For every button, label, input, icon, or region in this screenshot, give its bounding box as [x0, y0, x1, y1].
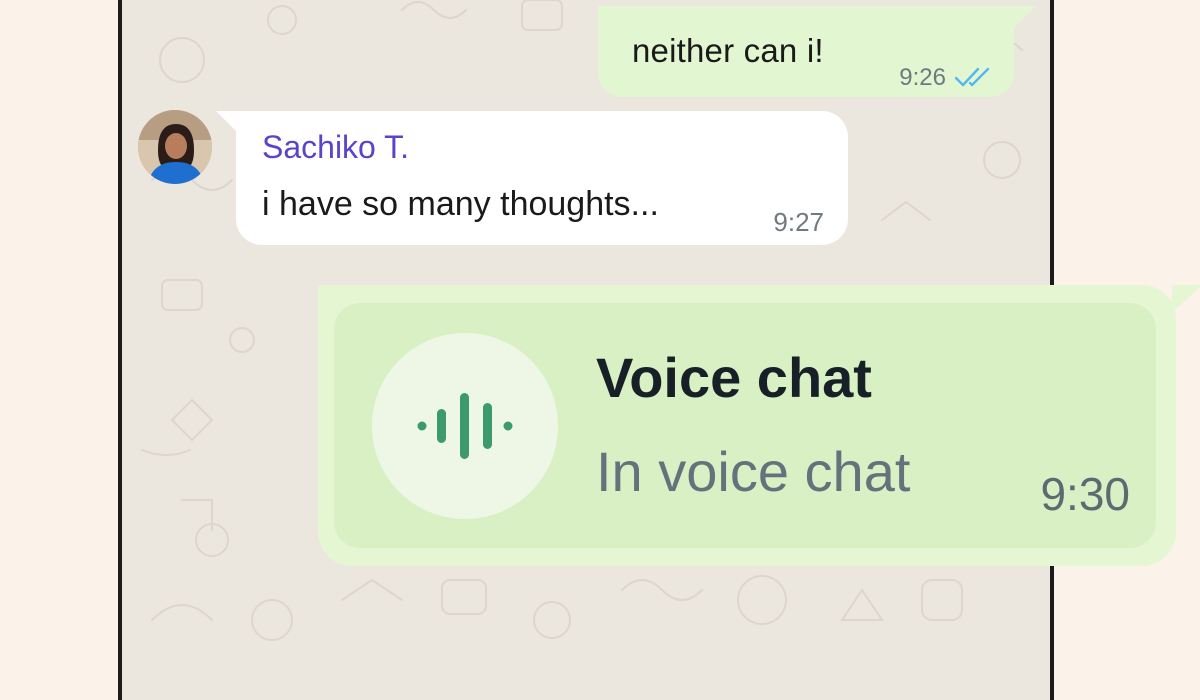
voice-chat-status: In voice chat [596, 440, 911, 503]
bubble-tail [1172, 285, 1200, 313]
voice-chat-title: Voice chat [596, 346, 872, 409]
voice-chat-message[interactable]: Voice chat In voice chat 9:30 [318, 285, 1200, 566]
voice-chat-time: 9:30 [1040, 468, 1130, 520]
user-avatar-icon [138, 110, 212, 184]
voice-chat-icon-container [372, 333, 558, 519]
outgoing-message-text: neither can i! [632, 32, 824, 69]
sender-name[interactable]: Sachiko T. [262, 129, 409, 166]
soundwave-icon [417, 393, 513, 459]
bubble-tail [1012, 6, 1036, 30]
outgoing-message-time: 9:26 [899, 64, 946, 91]
avatar[interactable] [138, 110, 212, 184]
double-check-read-icon [954, 67, 990, 87]
incoming-message-time: 9:27 [773, 207, 824, 237]
voice-chat-card[interactable]: Voice chat In voice chat 9:30 [334, 303, 1156, 548]
bubble-tail [216, 111, 238, 133]
incoming-message-bubble[interactable]: Sachiko T. i have so many thoughts... 9:… [216, 111, 848, 245]
incoming-message-text: i have so many thoughts... [262, 185, 659, 223]
outgoing-message-bubble[interactable]: neither can i! 9:26 [598, 6, 1036, 97]
